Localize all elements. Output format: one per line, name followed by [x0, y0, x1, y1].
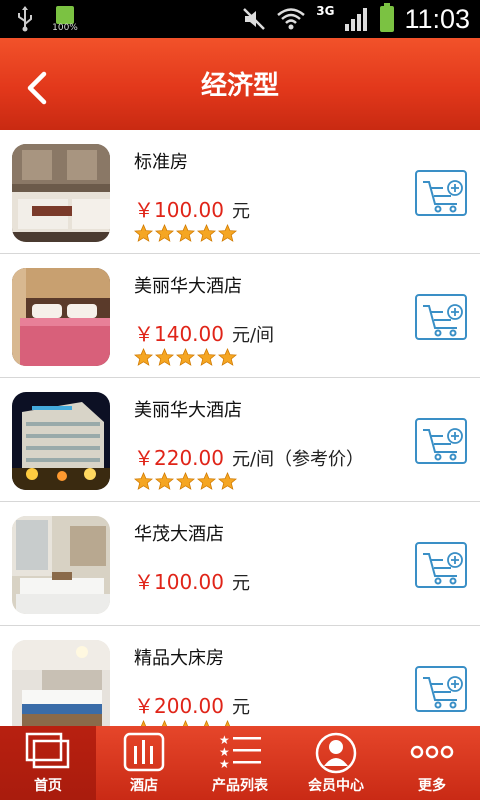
cart-plus-icon	[423, 676, 463, 709]
item-name: 美丽华大酒店	[134, 276, 242, 297]
star-icon	[197, 348, 216, 366]
home-windows-icon	[25, 732, 70, 769]
item-price: ￥200.00	[134, 694, 224, 718]
item-name: 美丽华大酒店	[134, 400, 242, 421]
star-icon	[155, 472, 174, 490]
price-line: ￥220.00 元/间（参考价）	[134, 442, 364, 471]
price-line: ￥200.00 元	[134, 690, 250, 719]
battery-percent: 100%	[52, 23, 78, 33]
list-item[interactable]: 华茂大酒店 ￥100.00 元	[0, 502, 480, 626]
status-bar: 100% 3G 11:03	[0, 0, 480, 38]
list-item[interactable]: 美丽华大酒店 ￥140.00 元/间	[0, 254, 480, 378]
star-rating	[134, 472, 237, 491]
network-type-label: 3G	[316, 4, 335, 18]
star-icon	[176, 348, 195, 366]
star-rating	[134, 224, 237, 243]
page-title: 经济型	[200, 71, 279, 101]
cart-plus-icon	[423, 180, 463, 213]
list-item[interactable]: 精品大床房 ￥200.00 元	[0, 626, 480, 726]
room-photo-twin-room	[12, 144, 110, 242]
add-to-cart-button[interactable]	[415, 542, 467, 588]
bottom-tab-bar: 首页 酒店 ★ ★ ★ 产品列表 会员中心 更多	[0, 726, 480, 800]
star-rating	[134, 348, 237, 367]
star-icon	[176, 472, 195, 490]
room-photo-pink-bed	[12, 268, 110, 366]
item-unit: 元	[231, 697, 250, 718]
item-name: 华茂大酒店	[134, 524, 224, 545]
cart-plus-icon	[423, 304, 463, 337]
room-photo-double-bed	[12, 640, 110, 726]
room-photo-white-beds	[12, 516, 110, 614]
star-icon	[155, 224, 174, 242]
star-icon	[218, 472, 237, 490]
item-name: 精品大床房	[134, 648, 224, 669]
battery-small-icon: 100%	[50, 4, 80, 34]
star-icon	[197, 472, 216, 490]
item-price: ￥220.00	[134, 446, 224, 470]
item-unit: 元/间	[231, 325, 275, 346]
star-icon	[134, 348, 153, 366]
add-to-cart-button[interactable]	[415, 418, 467, 464]
mute-icon	[243, 8, 266, 30]
cart-plus-icon	[423, 552, 463, 585]
hotel-bars-icon	[123, 732, 165, 772]
hotel-exterior-night-photo	[12, 392, 110, 490]
tab-member-center[interactable]: 会员中心	[288, 726, 384, 800]
tab-product-list[interactable]: ★ ★ ★ 产品列表	[192, 726, 288, 800]
item-price: ￥140.00	[134, 322, 224, 346]
product-list[interactable]: 标准房 ￥100.00 元 美丽华大酒店 ￥140.00 元/间 美丽华大酒店 …	[0, 130, 480, 726]
clock: 11:03	[404, 3, 470, 34]
price-line: ￥100.00 元	[134, 566, 250, 595]
member-avatar-icon	[315, 732, 357, 774]
usb-icon	[18, 6, 32, 32]
price-line: ￥140.00 元/间	[134, 318, 274, 347]
star-icon	[218, 224, 237, 242]
cart-plus-icon	[423, 428, 463, 461]
item-price: ￥100.00	[134, 570, 224, 594]
battery-icon	[380, 3, 395, 32]
star-icon	[134, 224, 153, 242]
tab-more[interactable]: 更多	[384, 726, 480, 800]
tab-label: 酒店	[130, 778, 158, 794]
add-to-cart-button[interactable]	[415, 666, 467, 712]
add-to-cart-button[interactable]	[415, 294, 467, 340]
tab-home[interactable]: 首页	[0, 726, 96, 800]
star-icon	[218, 348, 237, 366]
tab-label: 产品列表	[212, 778, 268, 794]
signal-icon	[345, 8, 368, 31]
star-list-icon: ★ ★ ★	[219, 733, 261, 770]
price-line: ￥100.00 元	[134, 194, 250, 223]
tab-label: 更多	[418, 778, 446, 794]
item-unit: 元	[231, 201, 250, 222]
star-icon	[197, 224, 216, 242]
item-price: ￥100.00	[134, 198, 224, 222]
star-icon	[176, 224, 195, 242]
more-dots-icon	[410, 745, 454, 759]
list-item[interactable]: 标准房 ￥100.00 元	[0, 130, 480, 254]
tab-label: 首页	[34, 778, 62, 794]
back-arrow-icon[interactable]	[20, 68, 60, 108]
tab-label: 会员中心	[308, 778, 364, 794]
item-unit: 元	[231, 573, 250, 594]
header-bar: 经济型	[0, 38, 480, 130]
tab-hotel[interactable]: 酒店	[96, 726, 192, 800]
add-to-cart-button[interactable]	[415, 170, 467, 216]
star-icon	[134, 472, 153, 490]
wifi-icon	[277, 8, 306, 30]
item-unit: 元/间（参考价）	[231, 449, 365, 470]
svg-text:★: ★	[219, 757, 230, 770]
item-name: 标准房	[134, 152, 188, 173]
star-icon	[155, 348, 174, 366]
list-item[interactable]: 美丽华大酒店 ￥220.00 元/间（参考价）	[0, 378, 480, 502]
